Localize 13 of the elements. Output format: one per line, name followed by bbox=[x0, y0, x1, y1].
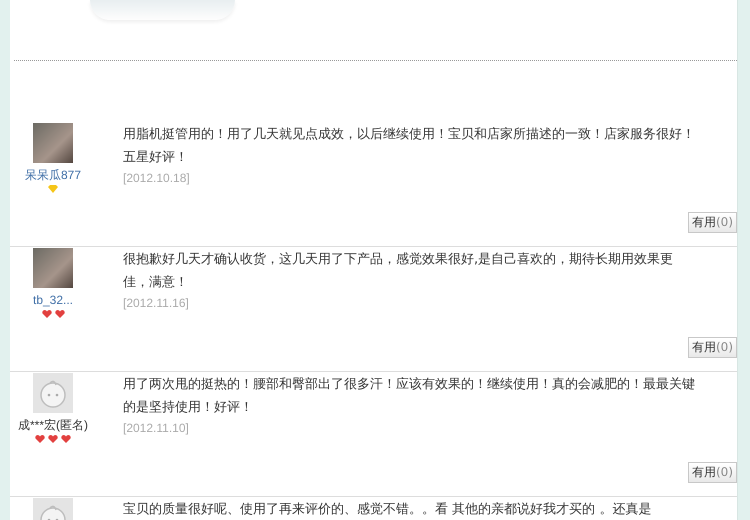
review-text: 很抱歉好几天才确认收货，这几天用了下产品，感觉效果很好,是自己喜欢的，期待长期用效果更佳，满意！ bbox=[123, 251, 674, 292]
useful-button[interactable]: 有用(0) bbox=[688, 212, 737, 233]
username-link[interactable]: 成***宏(匿名) bbox=[18, 418, 88, 432]
review-date: [2012.10.18] bbox=[123, 171, 191, 185]
useful-button[interactable]: 有用(0) bbox=[688, 337, 737, 358]
review-date: [2012.11.16] bbox=[123, 296, 190, 310]
useful-button[interactable]: 有用(0) bbox=[688, 462, 737, 483]
username-link[interactable]: 呆呆瓜877 bbox=[24, 168, 82, 182]
review-text: 宝贝的质量很好呢、使用了再来评价的、感觉不错。。看 其他的亲都说好我才买的 。还真是 bbox=[123, 501, 652, 519]
review-text: 用了两次甩的挺热的！腰部和臀部出了很多汗！应该有效果的！继续使用！真的会减肥的！最最关键的是坚持使用！好评！ bbox=[123, 376, 695, 417]
review-date: [2012.11.10] bbox=[123, 421, 190, 435]
username-link[interactable]: tb_32... bbox=[32, 293, 74, 307]
review-text: 用脂机挺管用的！用了几天就见点成效，以后继续使用！宝贝和店家所描述的一致！店家服务很好！五星好评！ bbox=[123, 126, 695, 167]
